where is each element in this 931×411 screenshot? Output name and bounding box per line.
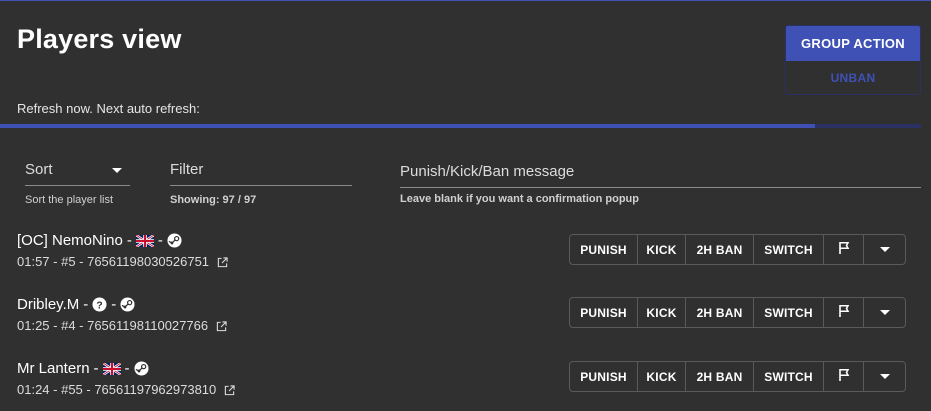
punish-message-input[interactable]: Punish/Kick/Ban message Leave blank if y… xyxy=(400,163,921,205)
player-meta: 01:25 - #4 - 76561198110027766 xyxy=(17,318,209,333)
filter-helper-text: Showing: 97 / 97 xyxy=(170,194,257,206)
player-actions: PUNISH KICK 2H BAN SWITCH xyxy=(569,297,906,328)
player-name: Dribley.M xyxy=(17,295,80,313)
punish-button[interactable]: PUNISH xyxy=(570,362,638,391)
page-title: Players view xyxy=(17,24,182,54)
steam-icon xyxy=(167,232,182,248)
external-link-icon[interactable] xyxy=(224,384,235,396)
switch-button[interactable]: SWITCH xyxy=(754,235,824,264)
separator: - xyxy=(126,231,132,249)
more-actions-button[interactable] xyxy=(864,235,905,264)
message-helper-text: Leave blank if you want a confirmation p… xyxy=(400,193,639,205)
player-row: Mr Lantern - - 01:24 - #55 - 76561197962… xyxy=(17,358,235,397)
player-meta: 01:57 - #5 - 76561198030526751 xyxy=(17,254,210,269)
flag-icon xyxy=(837,304,851,321)
ban-2h-button[interactable]: 2H BAN xyxy=(686,362,754,391)
unknown-icon: ? xyxy=(92,296,107,312)
player-row: Dribley.M - ? - 01:25 - #4 - 76561198110… xyxy=(17,294,227,333)
kick-button[interactable]: KICK xyxy=(638,235,686,264)
sort-select[interactable]: Sort Sort the player list xyxy=(25,161,130,206)
unban-button[interactable]: UNBAN xyxy=(786,61,920,94)
punish-message-placeholder: Punish/Kick/Ban message xyxy=(400,163,575,180)
separator: - xyxy=(111,295,117,313)
steam-icon xyxy=(120,296,135,312)
ban-2h-button[interactable]: 2H BAN xyxy=(686,235,754,264)
uk-flag xyxy=(135,234,155,248)
punish-button[interactable]: PUNISH xyxy=(570,298,638,327)
filter-underline xyxy=(170,185,352,186)
separator: - xyxy=(124,359,130,377)
steam-icon xyxy=(134,360,149,376)
refresh-progress-fill xyxy=(0,124,816,128)
ban-2h-button[interactable]: 2H BAN xyxy=(686,298,754,327)
flag-button[interactable] xyxy=(824,362,864,391)
chevron-down-icon xyxy=(879,310,890,315)
refresh-status[interactable]: Refresh now. Next auto refresh: xyxy=(17,101,200,116)
punish-button[interactable]: PUNISH xyxy=(570,235,638,264)
sort-underline xyxy=(25,185,130,186)
player-meta: 01:24 - #55 - 76561197962973810 xyxy=(17,382,217,397)
player-actions: PUNISH KICK 2H BAN SWITCH xyxy=(569,361,906,392)
switch-button[interactable]: SWITCH xyxy=(754,362,824,391)
top-accent-line xyxy=(0,0,931,1)
separator: - xyxy=(83,295,89,313)
player-row: [OC] NemoNino - - 01:57 - #5 - 765611980… xyxy=(17,230,228,269)
separator: - xyxy=(93,359,99,377)
uk-flag xyxy=(101,362,122,376)
flag-icon xyxy=(837,368,851,385)
external-link-icon[interactable] xyxy=(217,256,228,268)
chevron-down-icon xyxy=(879,374,890,379)
separator: - xyxy=(157,231,163,249)
player-name: Mr Lantern xyxy=(17,359,90,377)
flag-button[interactable] xyxy=(824,235,864,264)
filter-input-label: Filter xyxy=(170,161,204,178)
chevron-down-icon xyxy=(112,168,122,173)
filter-input[interactable]: Filter Showing: 97 / 97 xyxy=(170,161,352,206)
flag-button[interactable] xyxy=(824,298,864,327)
player-name: [OC] NemoNino xyxy=(17,231,123,249)
group-action-button[interactable]: GROUP ACTION xyxy=(786,26,920,61)
sort-helper-text: Sort the player list xyxy=(25,194,114,206)
message-underline xyxy=(400,187,921,188)
kick-button[interactable]: KICK xyxy=(638,298,686,327)
flag-icon xyxy=(837,241,851,258)
refresh-progress-bar xyxy=(0,124,921,128)
external-link-icon[interactable] xyxy=(216,320,227,332)
more-actions-button[interactable] xyxy=(864,362,905,391)
kick-button[interactable]: KICK xyxy=(638,362,686,391)
more-actions-button[interactable] xyxy=(864,298,905,327)
switch-button[interactable]: SWITCH xyxy=(754,298,824,327)
svg-text:?: ? xyxy=(97,300,103,311)
player-actions: PUNISH KICK 2H BAN SWITCH xyxy=(569,234,906,265)
chevron-down-icon xyxy=(879,247,890,252)
group-action-panel: GROUP ACTION UNBAN xyxy=(785,25,921,95)
